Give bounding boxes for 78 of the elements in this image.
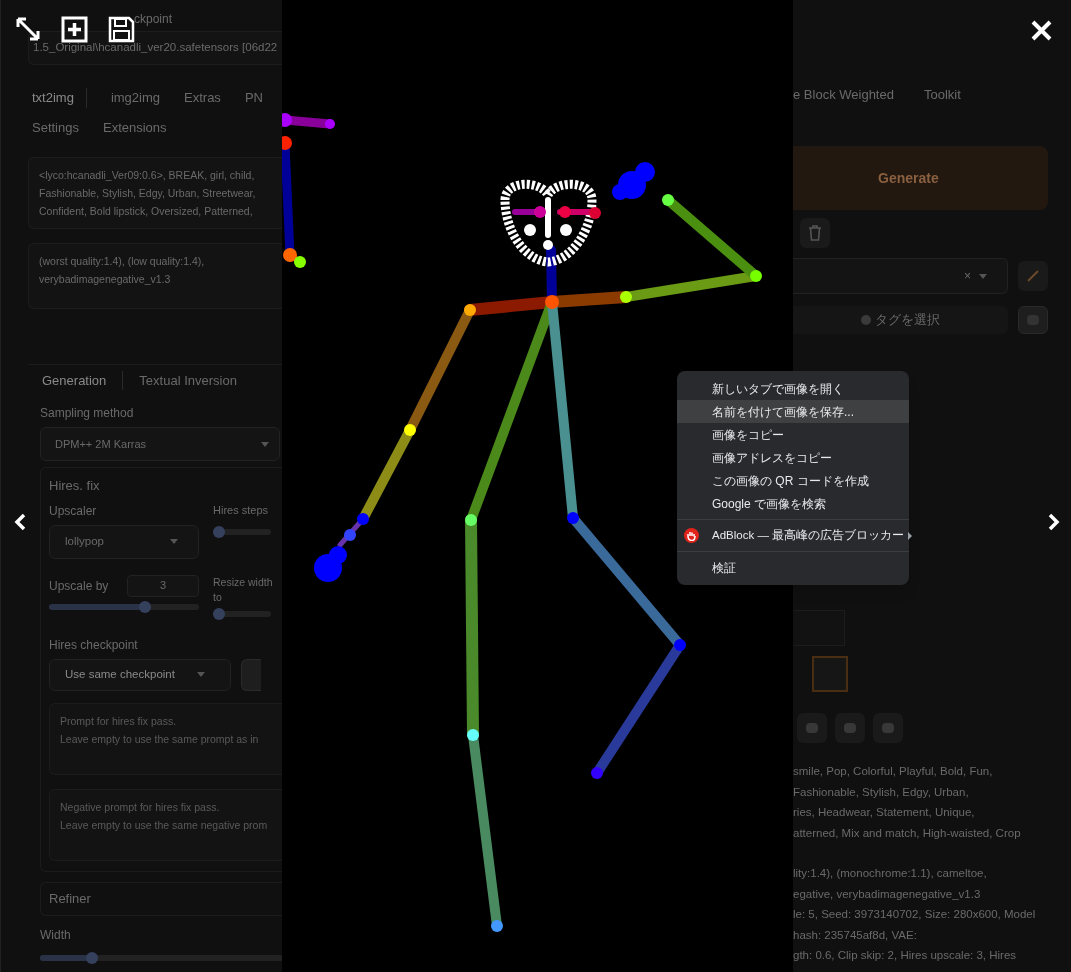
hires-prompt-field[interactable]: Prompt for hires fix pass. Leave empty to use the same prompt as in	[49, 702, 282, 775]
dropdown-value: DPM++ 2M Karras	[55, 436, 147, 452]
field-label: Upscaler	[49, 502, 97, 520]
trash-button[interactable]	[800, 218, 830, 248]
caret-icon	[197, 672, 205, 677]
tab[interactable]: e Block Weighted	[793, 85, 894, 105]
menu-item[interactable]: 新しいタブで画像を開く	[677, 377, 909, 400]
brush-icon	[1027, 270, 1039, 282]
generate-button[interactable]: Generate	[793, 146, 1048, 210]
menu-item[interactable]: 画像アドレスをコピー	[677, 446, 909, 469]
tab[interactable]: Textual Inversion	[139, 370, 237, 391]
menu-item[interactable]: 画像をコピー	[677, 423, 909, 446]
caret-icon	[261, 441, 269, 447]
section-title: Refiner	[49, 889, 91, 908]
menu-item[interactable]: 名前を付けて画像を保存...	[677, 400, 909, 423]
slider[interactable]	[49, 600, 199, 613]
brush-button[interactable]	[1018, 261, 1048, 291]
close-button[interactable]	[1031, 20, 1052, 41]
field-label: Hires steps	[213, 502, 269, 518]
add-button[interactable]	[61, 16, 88, 43]
negative-prompt-field[interactable]: (worst quality:1.4), (low quality:1.4), verybadimagenegative_v1.3	[28, 243, 282, 309]
tag-select-button[interactable]: タグを選択	[793, 306, 1008, 334]
menu-item[interactable]: 検証	[677, 556, 909, 579]
dropdown[interactable]: lollypop	[49, 524, 199, 559]
slider[interactable]	[213, 526, 271, 538]
hires-negative-prompt-field[interactable]: Negative prompt for hires fix pass. Leave empty to use the same negative prom	[49, 788, 282, 861]
number-field[interactable]: 3	[127, 574, 199, 597]
dropdown[interactable]: DPM++ 2M Karras	[40, 427, 280, 461]
menu-item[interactable]: AdBlock — 最高峰の広告ブロッカー	[677, 524, 909, 547]
previous-button[interactable]	[13, 512, 27, 532]
dropdown[interactable]: ×	[793, 258, 1008, 294]
tab[interactable]: Settings	[32, 118, 79, 138]
generation-info-text: lity:1.4), (monochrome:1.1), cameltoe, egative, verybadimagenegative_v1.3 le: 5, Seed: 3973140702, Size: 280x600, Model hash: 235745af8d, VAE: gth: 0.6, Clip skip: 2, Hires upscale: 3, Hires	[793, 866, 1037, 963]
slider[interactable]	[213, 607, 271, 620]
tab[interactable]: Generation	[42, 370, 124, 391]
slider[interactable]	[40, 951, 282, 964]
caret-icon	[170, 539, 178, 544]
resize-button[interactable]	[15, 16, 41, 42]
submenu-arrow-icon	[908, 531, 913, 540]
save-button[interactable]	[108, 16, 135, 43]
toolbar-button[interactable]	[797, 713, 827, 743]
menu-item[interactable]: この画像の QR コードを作成	[677, 469, 909, 492]
field-label: Sampling method	[39, 405, 135, 422]
dropdown[interactable]: Use same checkpoint	[49, 658, 231, 691]
tab[interactable]: txt2img	[32, 88, 87, 108]
clear-icon[interactable]: ×	[964, 267, 971, 285]
refiner-panel[interactable]: Refiner	[40, 881, 282, 916]
tab[interactable]: Extensions	[103, 118, 167, 138]
next-button[interactable]	[1047, 512, 1061, 532]
hand-icon	[684, 528, 699, 543]
caret-icon	[979, 273, 987, 279]
slider-thumb[interactable]	[138, 600, 151, 613]
field-label: Upscale by	[49, 577, 109, 595]
field-label: Resize width to	[213, 574, 273, 605]
dropdown-value: Use same checkpoint	[65, 666, 175, 682]
tab[interactable]: Extras	[184, 88, 221, 108]
section-title: Hires. fix	[49, 477, 100, 495]
toolbar-button[interactable]	[835, 713, 865, 743]
toolbar-button[interactable]	[873, 713, 903, 743]
field-label: ckpoint	[134, 11, 173, 28]
menu-item[interactable]: Google で画像を検索	[677, 492, 909, 515]
field-label: Hires checkpoint	[49, 636, 138, 654]
trash-icon	[808, 225, 822, 241]
prompt-field[interactable]: <lyco:hcanadli_Ver09:0.6>, BREAK, girl, child, Fashionable, Stylish, Edgy, Urban, Streetwear, Confident, Bold lipstick, Oversized, Patterned,	[28, 157, 282, 229]
field-label: Width	[39, 926, 71, 944]
slider-thumb[interactable]	[86, 951, 99, 964]
generation-info-text: smile, Pop, Colorful, Playful, Bold, Fun, Fashionable, Stylish, Edgy, Urban, ries, Headwear, Statement, Unique, atterned, Mix and match, High-waisted, Crop	[793, 764, 1022, 841]
dropdown-value: 1.5_Original\hcanadli_ver20.safetensors [06d22	[33, 40, 278, 56]
gallery-thumbnail[interactable]	[812, 656, 848, 692]
slider-thumb[interactable]	[213, 607, 225, 620]
dropdown-value: lollypop	[65, 533, 104, 549]
dropdown[interactable]: 1.5_Original\hcanadli_ver20.safetensors [06d22	[28, 31, 282, 65]
icon-button[interactable]	[1018, 306, 1048, 334]
tab[interactable]: PN	[244, 88, 263, 108]
slider-thumb[interactable]	[213, 526, 225, 538]
icon-button[interactable]	[241, 658, 261, 691]
tab[interactable]: img2img	[110, 88, 161, 108]
tab[interactable]: Toolkit	[923, 85, 961, 105]
